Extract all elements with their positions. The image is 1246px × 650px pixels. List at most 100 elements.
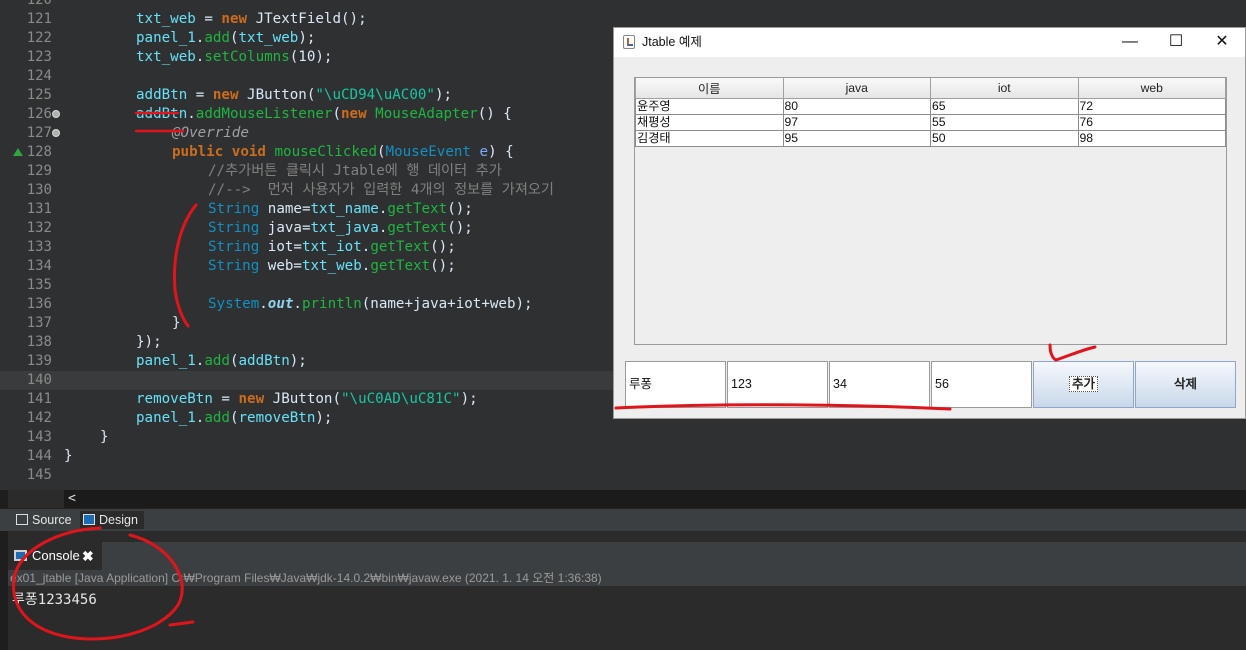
line-number: 134 bbox=[26, 258, 52, 274]
code-token: ); bbox=[460, 391, 478, 407]
code-token: removeBtn bbox=[136, 391, 213, 407]
console-output-area[interactable]: 루퐁1233456 bbox=[8, 586, 1246, 650]
close-window-button[interactable]: ✕ bbox=[1199, 28, 1245, 57]
code-token: . bbox=[187, 106, 196, 122]
code-token: = bbox=[195, 11, 222, 27]
code-token: txt_web bbox=[136, 11, 196, 27]
tab-console[interactable]: Console ✖ bbox=[8, 542, 102, 570]
code-token: (name+java+iot+web); bbox=[361, 296, 533, 312]
table-row[interactable]: 윤주영 80 65 72 bbox=[635, 98, 1226, 115]
web-field[interactable]: 56 bbox=[931, 361, 1032, 408]
code-token: String bbox=[208, 201, 260, 217]
add-button[interactable]: 추가 bbox=[1033, 361, 1134, 408]
tab-design-label: Design bbox=[99, 513, 138, 527]
table-cell[interactable]: 김경태 bbox=[635, 130, 784, 147]
code-token: txt_web bbox=[301, 258, 362, 274]
table-cell[interactable]: 97 bbox=[782, 114, 931, 131]
code-token: txt_web bbox=[238, 30, 299, 46]
tab-source[interactable]: Source bbox=[16, 511, 72, 529]
code-token: getText bbox=[387, 220, 448, 236]
java-field[interactable]: 123 bbox=[727, 361, 828, 408]
line-number: 143 bbox=[26, 429, 52, 445]
scroll-left-arrow-icon[interactable]: < bbox=[68, 490, 76, 508]
code-token: addBtn bbox=[136, 87, 188, 103]
code-token: panel_1 bbox=[136, 410, 196, 426]
column-header[interactable]: web bbox=[1077, 78, 1226, 99]
name-field[interactable]: 루퐁 bbox=[625, 361, 726, 408]
table-cell[interactable]: 55 bbox=[930, 114, 1079, 131]
column-header[interactable]: 이름 bbox=[635, 78, 784, 99]
code-token: add bbox=[204, 410, 230, 426]
table-cell[interactable]: 윤주영 bbox=[635, 98, 784, 115]
code-token: } bbox=[172, 315, 181, 331]
table-cell[interactable]: 98 bbox=[1077, 130, 1226, 147]
minimize-button[interactable]: — bbox=[1107, 28, 1153, 57]
line-number: 141 bbox=[26, 391, 52, 407]
code-token: } bbox=[64, 448, 73, 464]
code-token: web= bbox=[259, 258, 302, 274]
code-token: ); bbox=[298, 30, 316, 46]
console-process-info: ex01_jtable [Java Application] C:₩Progra… bbox=[8, 570, 1246, 586]
table-scroll-pane[interactable]: 이름 java iot web 윤주영 80 65 72 채평성 97 55 7 bbox=[634, 77, 1227, 345]
code-token: iot= bbox=[259, 239, 302, 255]
code-line[interactable]: 145 bbox=[0, 466, 1246, 485]
table-row[interactable]: 김경태 95 50 98 bbox=[635, 130, 1226, 147]
fold-marker-icon[interactable] bbox=[52, 110, 60, 118]
line-number: 122 bbox=[26, 30, 52, 46]
code-token: e bbox=[470, 144, 489, 160]
code-line[interactable]: 144} bbox=[0, 447, 1246, 466]
table-cell[interactable]: 50 bbox=[930, 130, 1079, 147]
code-token: () { bbox=[477, 106, 512, 122]
editor-mode-tabs: Source Design bbox=[0, 508, 1246, 531]
score-table[interactable]: 이름 java iot web 윤주영 80 65 72 채평성 97 55 7 bbox=[635, 78, 1226, 147]
code-token: = bbox=[212, 391, 239, 407]
code-token: = bbox=[187, 87, 213, 103]
maximize-button[interactable]: ☐ bbox=[1153, 28, 1199, 57]
table-cell[interactable]: 76 bbox=[1077, 114, 1226, 131]
column-header[interactable]: iot bbox=[930, 78, 1079, 99]
input-panel: 루퐁 123 34 56 추가 삭제 bbox=[625, 361, 1237, 408]
table-cell[interactable]: 80 bbox=[782, 98, 931, 115]
table-cell[interactable]: 95 bbox=[782, 130, 931, 147]
console-icon bbox=[14, 550, 27, 561]
code-token: MouseAdapter bbox=[366, 106, 478, 122]
window-titlebar[interactable]: Jtable 예제 — ☐ ✕ bbox=[614, 28, 1245, 57]
table-cell[interactable]: 채평성 bbox=[635, 114, 784, 131]
add-button-label: 추가 bbox=[1068, 376, 1098, 392]
code-token: txt_iot bbox=[301, 239, 362, 255]
java-app-icon bbox=[623, 35, 635, 49]
line-number: 130 bbox=[26, 182, 52, 198]
code-comment: //--> 먼저 사용자가 입력한 4개의 정보를 가져오기 bbox=[208, 182, 554, 198]
code-token: addMouseListener bbox=[195, 106, 333, 122]
table-row[interactable]: 채평성 97 55 76 bbox=[635, 114, 1226, 131]
code-token: name= bbox=[259, 201, 311, 217]
line-number: 145 bbox=[26, 467, 52, 483]
iot-field[interactable]: 34 bbox=[829, 361, 930, 408]
line-number: 121 bbox=[26, 11, 52, 27]
line-number: 139 bbox=[26, 353, 52, 369]
line-number: 133 bbox=[26, 239, 52, 255]
table-cell[interactable]: 65 bbox=[930, 98, 1079, 115]
code-token: JTextField(); bbox=[247, 11, 367, 27]
code-token: JButton( bbox=[264, 391, 341, 407]
close-icon[interactable]: ✖ bbox=[82, 542, 94, 570]
code-token: String bbox=[208, 258, 260, 274]
code-token: String bbox=[208, 239, 260, 255]
code-token: removeBtn bbox=[238, 410, 316, 426]
jtable-window[interactable]: Jtable 예제 — ☐ ✕ 이름 java iot web 윤주영 80 6… bbox=[613, 27, 1246, 419]
table-cell[interactable]: 72 bbox=[1077, 98, 1226, 115]
line-number: 127 bbox=[26, 125, 52, 141]
column-header[interactable]: java bbox=[782, 78, 931, 99]
code-token: new bbox=[212, 87, 239, 103]
remove-button[interactable]: 삭제 bbox=[1135, 361, 1236, 408]
horizontal-scrollbar[interactable]: < bbox=[64, 490, 1246, 508]
code-line[interactable]: 143} bbox=[0, 428, 1246, 447]
console-header: Console ✖ bbox=[8, 542, 1246, 570]
tab-design[interactable]: Design bbox=[80, 511, 144, 529]
fold-marker-icon[interactable] bbox=[52, 129, 60, 137]
code-line[interactable]: 120 bbox=[0, 0, 1246, 10]
code-token: getText bbox=[370, 239, 431, 255]
code-token: getText bbox=[370, 258, 431, 274]
line-number: 131 bbox=[26, 201, 52, 217]
tab-source-label: Source bbox=[32, 513, 72, 527]
